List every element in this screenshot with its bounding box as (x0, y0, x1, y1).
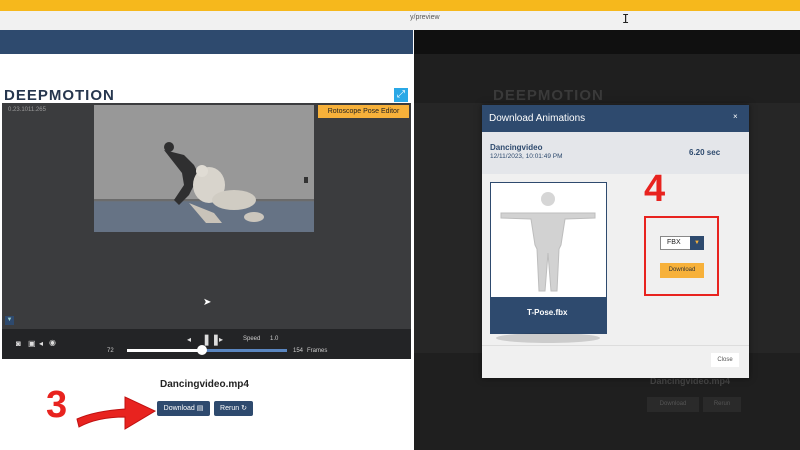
highlight-box (644, 216, 719, 296)
rotoscope-pose-editor-button[interactable]: Rotoscope Pose Editor (318, 105, 409, 118)
frames-label: Frames (307, 348, 328, 354)
video-date: 12/11/2023, 10:01:49 PM (490, 153, 563, 160)
deepmotion-logo: DEEPMOTION (4, 87, 115, 104)
camera-icon[interactable]: ◙ (16, 339, 21, 348)
skip-back-icon[interactable]: ◂ (187, 335, 191, 344)
total-frames: 154 (293, 348, 304, 354)
speed-label: Speed (243, 336, 261, 342)
speed-value[interactable]: 1.0 (270, 336, 278, 342)
rerun-button-label: Rerun (220, 405, 240, 412)
lock-icon[interactable]: ▣ (28, 339, 36, 348)
expand-icon[interactable]: ⤢ (394, 88, 408, 102)
app-header (0, 30, 413, 54)
timeline-progress (127, 349, 203, 352)
modal-download-button[interactable]: Download (660, 263, 704, 278)
dim-rerun-button: Rerun (703, 397, 741, 412)
url-text: y/preview (410, 14, 440, 21)
tpose-file-label: T-Pose.fbx (527, 308, 568, 317)
mouse-pointer-icon: ➤ (203, 297, 212, 308)
chevron-down-icon[interactable]: ▼ (690, 236, 704, 250)
file-icon: ▤ (196, 405, 204, 412)
dim-header (414, 30, 800, 54)
modal-divider (482, 345, 749, 346)
step-3-annotation: 3 (46, 384, 68, 426)
video-duration: 6.20 sec (689, 148, 721, 157)
job-filename: Dancingvideo.mp4 (160, 379, 249, 390)
skip-forward-icon[interactable]: ▸ (219, 335, 223, 344)
download-button-label: Download (163, 405, 195, 412)
address-bar[interactable] (0, 11, 800, 30)
dancer-scene (94, 105, 314, 232)
browser-top-bar (0, 0, 800, 11)
text-cursor-icon: I (622, 12, 630, 26)
current-frame: 72 (107, 348, 114, 354)
card-shadow (496, 333, 600, 343)
modal-close-button[interactable]: Close (711, 353, 739, 367)
dim-logo: DEEPMOTION (493, 87, 604, 104)
red-arrow-icon (76, 396, 157, 430)
step-4-annotation: 4 (644, 168, 666, 210)
modal-title: Download Animations (489, 113, 586, 124)
dim-download-button: Download (647, 397, 699, 412)
eye-icon[interactable]: ◉ (49, 338, 56, 347)
pause-icon[interactable]: ❚❚ (202, 333, 220, 346)
video-name: Dancingvideo (490, 143, 543, 152)
chevron-down-icon[interactable]: ▼ (5, 316, 14, 325)
close-icon[interactable]: × (733, 112, 738, 121)
tpose-model-image (500, 192, 596, 292)
version-label: 0.23.1011.265 (8, 107, 46, 113)
format-value: FBX (667, 239, 681, 246)
refresh-icon: ↻ (241, 405, 247, 412)
rerun-button[interactable]: Rerun ↻ (214, 401, 253, 416)
video-preview (94, 105, 314, 232)
download-button[interactable]: Download ▤ (157, 401, 210, 416)
volume-icon[interactable]: ◂ (39, 339, 43, 348)
